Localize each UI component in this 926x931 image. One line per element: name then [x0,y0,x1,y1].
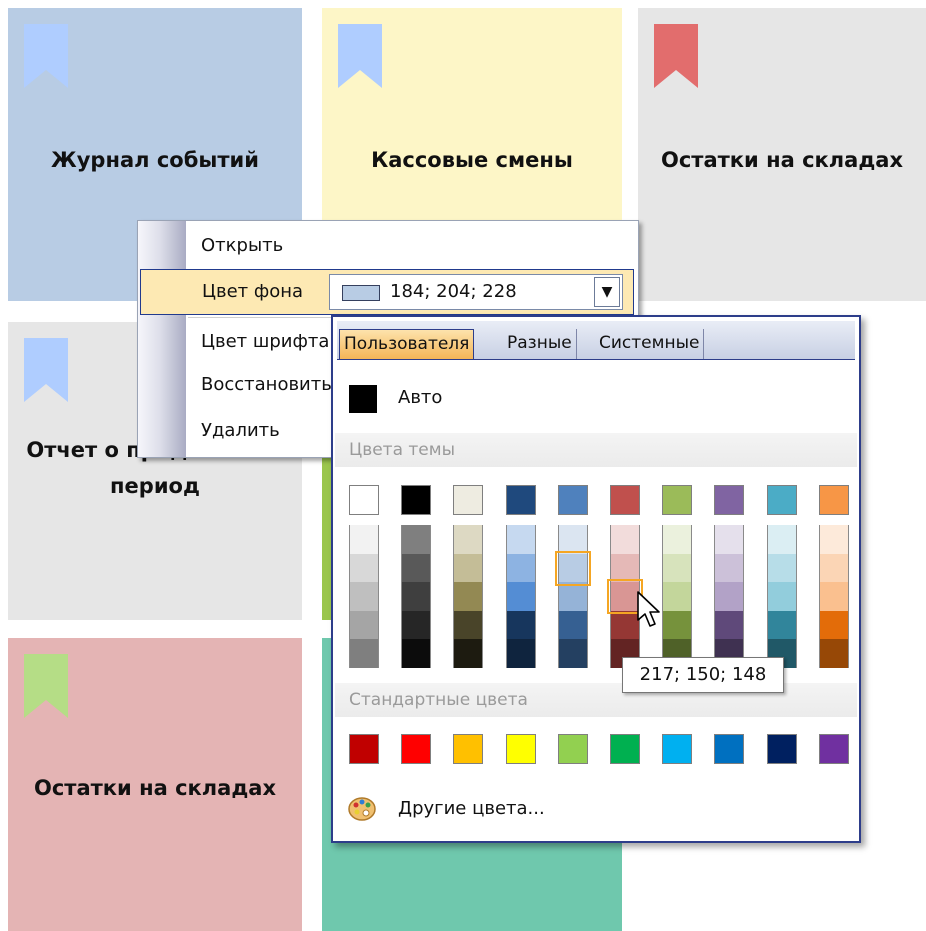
theme-color-cell[interactable] [505,485,536,515]
theme-shade-cell[interactable] [662,553,693,583]
standard-color-cell[interactable] [401,734,432,764]
theme-shade-cell[interactable] [766,525,797,554]
standard-color-cell[interactable] [349,734,379,764]
theme-shade-cell[interactable] [818,610,849,640]
theme-shade-cell[interactable] [453,582,484,611]
theme-shade-cell[interactable] [766,610,797,640]
tile-title: Остатки на складах [33,776,276,800]
theme-shade-cell[interactable] [401,639,432,668]
standard-color-cell[interactable] [557,734,588,764]
theme-shade-cell[interactable] [714,525,745,554]
theme-shade-cell[interactable] [505,525,536,554]
palette-icon [347,795,377,827]
menu-item-delete[interactable]: Удалить [201,414,280,448]
theme-shade-cell[interactable] [662,582,693,611]
theme-shade-cell[interactable] [401,525,432,554]
theme-color-cell[interactable] [401,485,432,515]
theme-shade-cell[interactable] [505,639,536,668]
standard-color-cell[interactable] [505,734,536,764]
theme-shade-cell[interactable] [662,610,693,640]
bookmark-icon [24,338,68,402]
auto-color-swatch[interactable] [349,385,377,413]
theme-shade-cell[interactable] [349,553,379,583]
theme-shade-cell[interactable] [453,610,484,640]
theme-shade-cell[interactable] [818,582,849,611]
bg-color-value: 184; 204; 228 [390,281,517,302]
bookmark-icon [24,24,68,88]
theme-shade-cell[interactable] [349,525,379,554]
standard-color-cell[interactable] [714,734,745,764]
tab-various[interactable]: Разные [503,329,577,359]
menu-item-font-color[interactable]: Цвет шрифта [201,325,329,359]
theme-shade-cell[interactable] [557,610,588,640]
standard-color-cell[interactable] [766,734,797,764]
bookmark-icon [654,24,698,88]
tile-title: Журнал событий [51,148,259,172]
theme-shade-cell[interactable] [714,553,745,583]
menu-item-bg-color[interactable]: Цвет фона 184; 204; 228 ▼ [140,269,634,315]
theme-shade-cell[interactable] [505,553,536,583]
theme-shade-cell[interactable] [818,525,849,554]
theme-shade-cell[interactable] [610,525,640,554]
color-tooltip: 217; 150; 148 [622,657,784,693]
palette-tabs: Пользователя Разные Системные [337,321,855,360]
theme-shade-cell[interactable] [453,525,484,554]
theme-shade-cell[interactable] [818,553,849,583]
tile-stock-balances[interactable]: Остатки на складах [638,8,926,301]
theme-color-cell[interactable] [453,485,484,515]
tile-stock-balances-2[interactable]: Остатки на складах [8,638,302,931]
standard-color-cell[interactable] [610,734,640,764]
theme-color-cell[interactable] [662,485,693,515]
selected-color-highlight [554,550,591,586]
theme-color-cell[interactable] [610,485,640,515]
standard-color-cell[interactable] [662,734,693,764]
theme-shade-cell[interactable] [714,582,745,611]
theme-shade-cell[interactable] [349,610,379,640]
tile-title: Кассовые смены [371,148,573,172]
theme-shade-cell[interactable] [714,610,745,640]
theme-color-cell[interactable] [766,485,797,515]
bg-color-combo[interactable]: 184; 204; 228 ▼ [329,274,623,310]
theme-shade-cell[interactable] [662,525,693,554]
theme-color-cell[interactable] [349,485,379,515]
theme-shade-cell[interactable] [557,582,588,611]
theme-color-cell[interactable] [818,485,849,515]
mouse-cursor-icon [636,590,662,634]
standard-color-cell[interactable] [818,734,849,764]
auto-color-label[interactable]: Авто [398,382,442,414]
theme-shade-cell[interactable] [818,639,849,668]
other-colors-link[interactable]: Другие цвета... [398,793,545,825]
theme-shade-cell[interactable] [349,582,379,611]
menu-icon-strip [138,221,186,457]
color-swatch [342,285,380,301]
theme-shade-cell[interactable] [349,639,379,668]
theme-color-cell[interactable] [714,485,745,515]
theme-color-cell[interactable] [557,485,588,515]
theme-shade-cell[interactable] [766,582,797,611]
theme-shade-cell[interactable] [401,610,432,640]
menu-item-restore[interactable]: Восстановить [201,368,332,402]
theme-shade-cell[interactable] [766,553,797,583]
theme-shade-cell[interactable] [453,639,484,668]
tile-title: Остатки на складах [660,148,903,172]
chevron-down-icon[interactable]: ▼ [594,277,620,307]
theme-shade-cell[interactable] [505,582,536,611]
color-palette-popup: Пользователя Разные Системные Авто Цвета… [331,315,861,843]
theme-shade-cell[interactable] [401,553,432,583]
theme-shade-cell[interactable] [453,553,484,583]
standard-color-cell[interactable] [453,734,484,764]
theme-colors-header: Цвета темы [335,433,857,467]
theme-shade-cell[interactable] [505,610,536,640]
bookmark-icon [338,24,382,88]
tab-system[interactable]: Системные [595,329,705,359]
bookmark-icon [24,654,68,718]
theme-shade-cell[interactable] [557,639,588,668]
theme-shade-cell[interactable] [401,582,432,611]
tab-custom[interactable]: Пользователя [339,329,475,359]
menu-item-label: Цвет фона [202,281,304,302]
menu-item-open[interactable]: Открыть [201,229,283,263]
